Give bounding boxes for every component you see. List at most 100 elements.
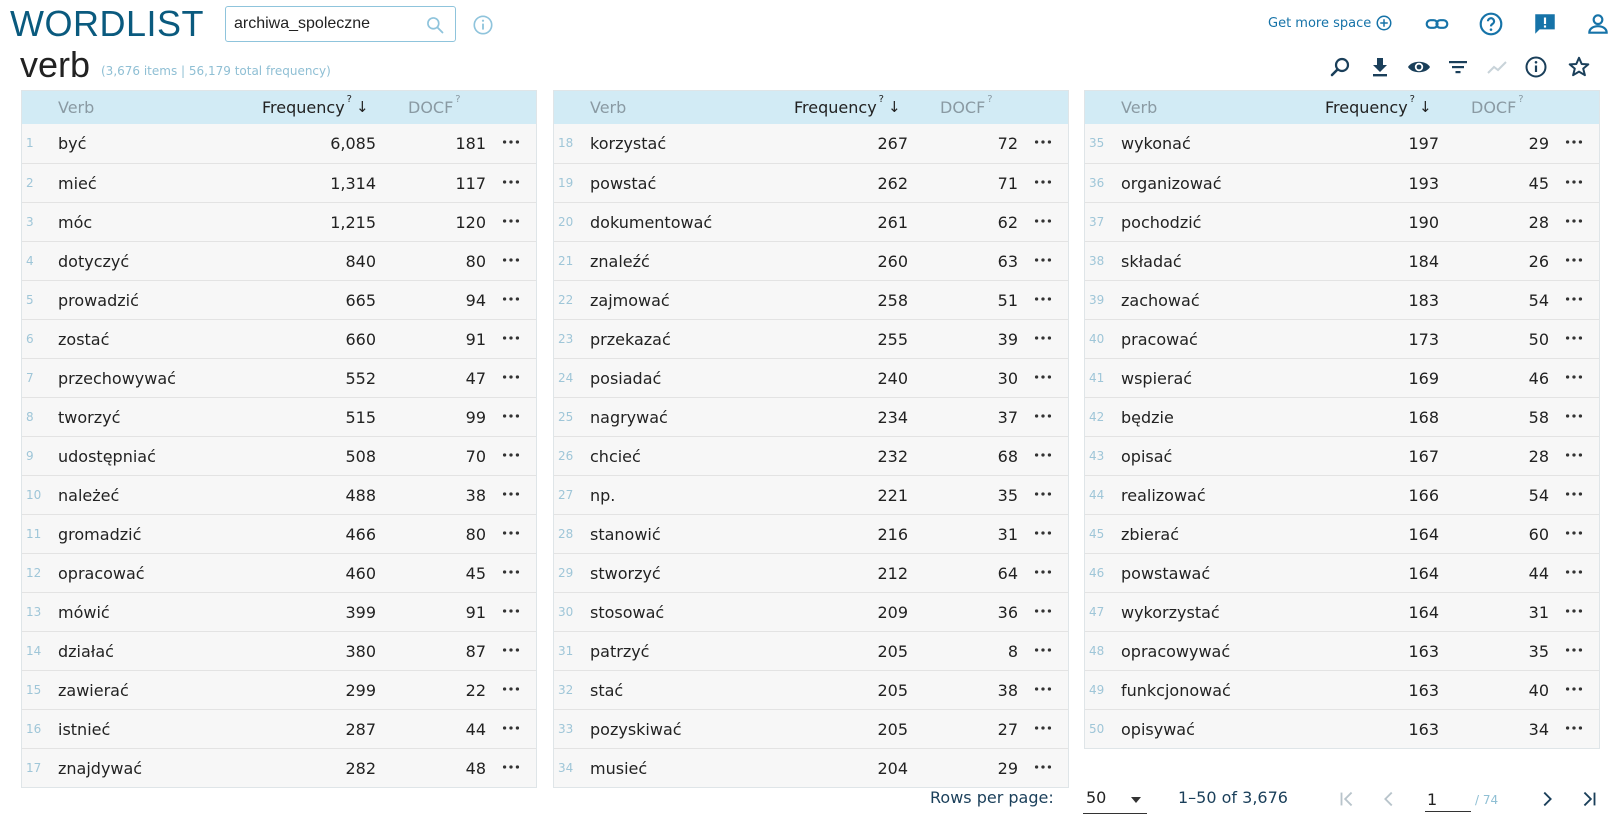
more-options-icon[interactable]: [500, 484, 522, 504]
docf-help-mark[interactable]: ?: [1518, 94, 1523, 105]
table-row[interactable]: 13 mówić 399 91: [22, 592, 536, 631]
table-row[interactable]: 34 musieć 204 29: [554, 748, 1068, 787]
row-word[interactable]: stosować: [590, 603, 664, 622]
more-options-icon[interactable]: [1032, 445, 1054, 465]
more-options-icon[interactable]: [1032, 484, 1054, 504]
row-word[interactable]: stanowić: [590, 525, 661, 544]
table-row[interactable]: 41 wspierać 169 46: [1085, 358, 1599, 397]
corpus-selector[interactable]: [225, 6, 456, 42]
prev-page-icon[interactable]: [1378, 788, 1400, 810]
table-row[interactable]: 15 zawierać 299 22: [22, 670, 536, 709]
row-word[interactable]: zostać: [58, 330, 109, 349]
row-word[interactable]: dokumentować: [590, 213, 712, 232]
table-row[interactable]: 3 móc 1,215 120: [22, 202, 536, 241]
table-row[interactable]: 48 opracowywać 163 35: [1085, 631, 1599, 670]
more-options-icon[interactable]: [1032, 640, 1054, 660]
feedback-icon[interactable]: [1532, 11, 1558, 37]
more-options-icon[interactable]: [500, 406, 522, 426]
table-row[interactable]: 2 mieć 1,314 117: [22, 163, 536, 202]
table-row[interactable]: 9 udostępniać 508 70: [22, 436, 536, 475]
row-word[interactable]: pochodzić: [1121, 213, 1201, 232]
more-options-icon[interactable]: [1032, 211, 1054, 231]
table-row[interactable]: 39 zachować 183 54: [1085, 280, 1599, 319]
row-word[interactable]: znajdywać: [58, 759, 142, 778]
more-options-icon[interactable]: [1563, 172, 1585, 192]
row-word[interactable]: wspierać: [1121, 369, 1192, 388]
table-row[interactable]: 43 opisać 167 28: [1085, 436, 1599, 475]
header-verb[interactable]: Verb: [590, 98, 626, 117]
row-word[interactable]: realizować: [1121, 486, 1206, 505]
table-row[interactable]: 50 opisywać 163 34: [1085, 709, 1599, 748]
next-page-icon[interactable]: [1536, 788, 1558, 810]
docf-help-mark[interactable]: ?: [455, 94, 460, 105]
row-word[interactable]: dotyczyć: [58, 252, 129, 271]
row-word[interactable]: funkcjonować: [1121, 681, 1231, 700]
table-row[interactable]: 31 patrzyć 205 8: [554, 631, 1068, 670]
more-options-icon[interactable]: [500, 132, 522, 152]
table-row[interactable]: 33 pozyskiwać 205 27: [554, 709, 1068, 748]
table-row[interactable]: 42 będzie 168 58: [1085, 397, 1599, 436]
more-options-icon[interactable]: [1563, 562, 1585, 582]
table-row[interactable]: 49 funkcjonować 163 40: [1085, 670, 1599, 709]
row-word[interactable]: być: [58, 134, 86, 153]
more-options-icon[interactable]: [1032, 718, 1054, 738]
header-frequency[interactable]: Frequency? ↓: [794, 94, 901, 117]
more-options-icon[interactable]: [1032, 172, 1054, 192]
table-row[interactable]: 11 gromadzić 466 80: [22, 514, 536, 553]
table-row[interactable]: 36 organizować 193 45: [1085, 163, 1599, 202]
table-row[interactable]: 45 zbierać 164 60: [1085, 514, 1599, 553]
search-icon[interactable]: [425, 15, 445, 35]
row-word[interactable]: powstawać: [1121, 564, 1210, 583]
table-row[interactable]: 25 nagrywać 234 37: [554, 397, 1068, 436]
page-number-input[interactable]: [1425, 788, 1471, 812]
table-row[interactable]: 20 dokumentować 261 62: [554, 202, 1068, 241]
table-row[interactable]: 12 opracować 460 45: [22, 553, 536, 592]
row-word[interactable]: organizować: [1121, 174, 1222, 193]
row-word[interactable]: móc: [58, 213, 92, 232]
header-verb[interactable]: Verb: [1121, 98, 1157, 117]
star-icon[interactable]: [1567, 55, 1591, 79]
info-icon[interactable]: [1524, 55, 1548, 79]
row-word[interactable]: przekazać: [590, 330, 671, 349]
more-options-icon[interactable]: [500, 445, 522, 465]
more-options-icon[interactable]: [1032, 679, 1054, 699]
search-in-results-icon[interactable]: [1329, 55, 1353, 79]
app-logo[interactable]: WORDLIST: [10, 3, 204, 45]
more-options-icon[interactable]: [1563, 484, 1585, 504]
table-row[interactable]: 29 stworzyć 212 64: [554, 553, 1068, 592]
row-word[interactable]: znaleźć: [590, 252, 650, 271]
row-word[interactable]: istnieć: [58, 720, 110, 739]
table-row[interactable]: 7 przechowywać 552 47: [22, 358, 536, 397]
header-frequency[interactable]: Frequency? ↓: [262, 94, 369, 117]
more-options-icon[interactable]: [1563, 445, 1585, 465]
more-options-icon[interactable]: [500, 367, 522, 387]
rows-per-page-select[interactable]: 50: [1083, 788, 1147, 814]
more-options-icon[interactable]: [1563, 679, 1585, 699]
more-options-icon[interactable]: [1032, 601, 1054, 621]
table-row[interactable]: 30 stosować 209 36: [554, 592, 1068, 631]
row-word[interactable]: mówić: [58, 603, 110, 622]
row-word[interactable]: chcieć: [590, 447, 641, 466]
row-word[interactable]: należeć: [58, 486, 119, 505]
table-row[interactable]: 17 znajdywać 282 48: [22, 748, 536, 787]
table-row[interactable]: 5 prowadzić 665 94: [22, 280, 536, 319]
more-options-icon[interactable]: [500, 250, 522, 270]
table-row[interactable]: 35 wykonać 197 29: [1085, 124, 1599, 163]
table-row[interactable]: 23 przekazać 255 39: [554, 319, 1068, 358]
header-docf[interactable]: DOCF?: [1471, 94, 1524, 117]
last-page-icon[interactable]: [1578, 788, 1600, 810]
header-frequency[interactable]: Frequency? ↓: [1325, 94, 1432, 117]
more-options-icon[interactable]: [1563, 211, 1585, 231]
more-options-icon[interactable]: [1032, 523, 1054, 543]
table-row[interactable]: 27 np. 221 35: [554, 475, 1068, 514]
row-word[interactable]: opracowywać: [1121, 642, 1230, 661]
table-row[interactable]: 28 stanowić 216 31: [554, 514, 1068, 553]
table-row[interactable]: 37 pochodzić 190 28: [1085, 202, 1599, 241]
table-row[interactable]: 10 należeć 488 38: [22, 475, 536, 514]
row-word[interactable]: wykorzystać: [1121, 603, 1220, 622]
table-row[interactable]: 21 znaleźć 260 63: [554, 241, 1068, 280]
user-icon[interactable]: [1585, 11, 1611, 37]
row-word[interactable]: zachować: [1121, 291, 1200, 310]
get-more-space-link[interactable]: Get more space: [1268, 14, 1393, 32]
more-options-icon[interactable]: [1563, 289, 1585, 309]
